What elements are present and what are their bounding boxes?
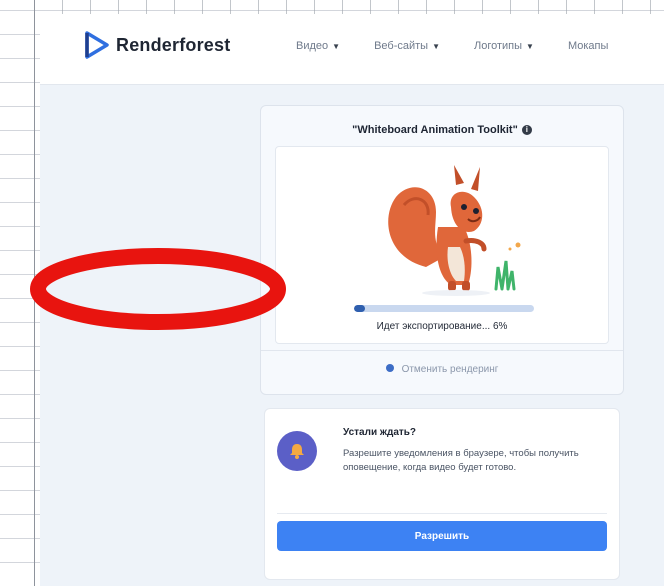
- nav-item-mockups[interactable]: Мокапы: [568, 40, 608, 52]
- export-progress-bar: [354, 305, 534, 312]
- info-icon[interactable]: i: [521, 125, 532, 135]
- render-progress-card: "Whiteboard Animation Toolkit" i Идет эк…: [260, 105, 624, 395]
- red-annotation-ellipse: [30, 248, 286, 330]
- renderforest-logo[interactable]: Renderforest: [84, 30, 230, 60]
- render-preview: Идет экспортирование... 6%: [275, 146, 609, 344]
- main-nav: Видео ▼ Веб-сайты ▼ Логотипы ▼ Мокапы: [296, 40, 608, 52]
- cancel-icon: [385, 364, 394, 372]
- site-header: Renderforest Видео ▼ Веб-сайты ▼ Логотип…: [40, 14, 664, 85]
- chevron-down-icon: ▼: [526, 41, 534, 51]
- export-progress-label: Идет экспортирование... 6%: [376, 321, 508, 332]
- notification-card: Устали ждать? Разрешите уведомления в бр…: [264, 408, 620, 580]
- allow-notifications-button[interactable]: Разрешить: [277, 521, 607, 551]
- paper-top-ticks: [34, 0, 664, 14]
- project-title: "Whiteboard Animation Toolkit" i: [261, 124, 623, 136]
- chevron-down-icon: ▼: [432, 41, 440, 51]
- cancel-render-link[interactable]: Отменить рендеринг: [261, 364, 623, 375]
- bell-icon: [290, 444, 304, 459]
- bell-icon-circle: [277, 431, 317, 471]
- notify-divider: [277, 513, 607, 514]
- nav-item-logos[interactable]: Логотипы ▼: [474, 40, 534, 52]
- export-progress-fill: [354, 305, 365, 312]
- card-divider: [261, 350, 623, 351]
- notify-description: Разрешите уведомления в браузере, чтобы …: [343, 448, 579, 473]
- notify-title: Устали ждать?: [343, 427, 417, 438]
- chevron-down-icon: ▼: [332, 41, 341, 51]
- nav-item-websites[interactable]: Веб-сайты ▼: [374, 40, 440, 52]
- logo-text: Renderforest: [116, 34, 231, 55]
- renderforest-play-icon: [85, 31, 109, 59]
- nav-item-video[interactable]: Видео ▼: [296, 40, 340, 52]
- squirrel-illustration: [388, 165, 521, 296]
